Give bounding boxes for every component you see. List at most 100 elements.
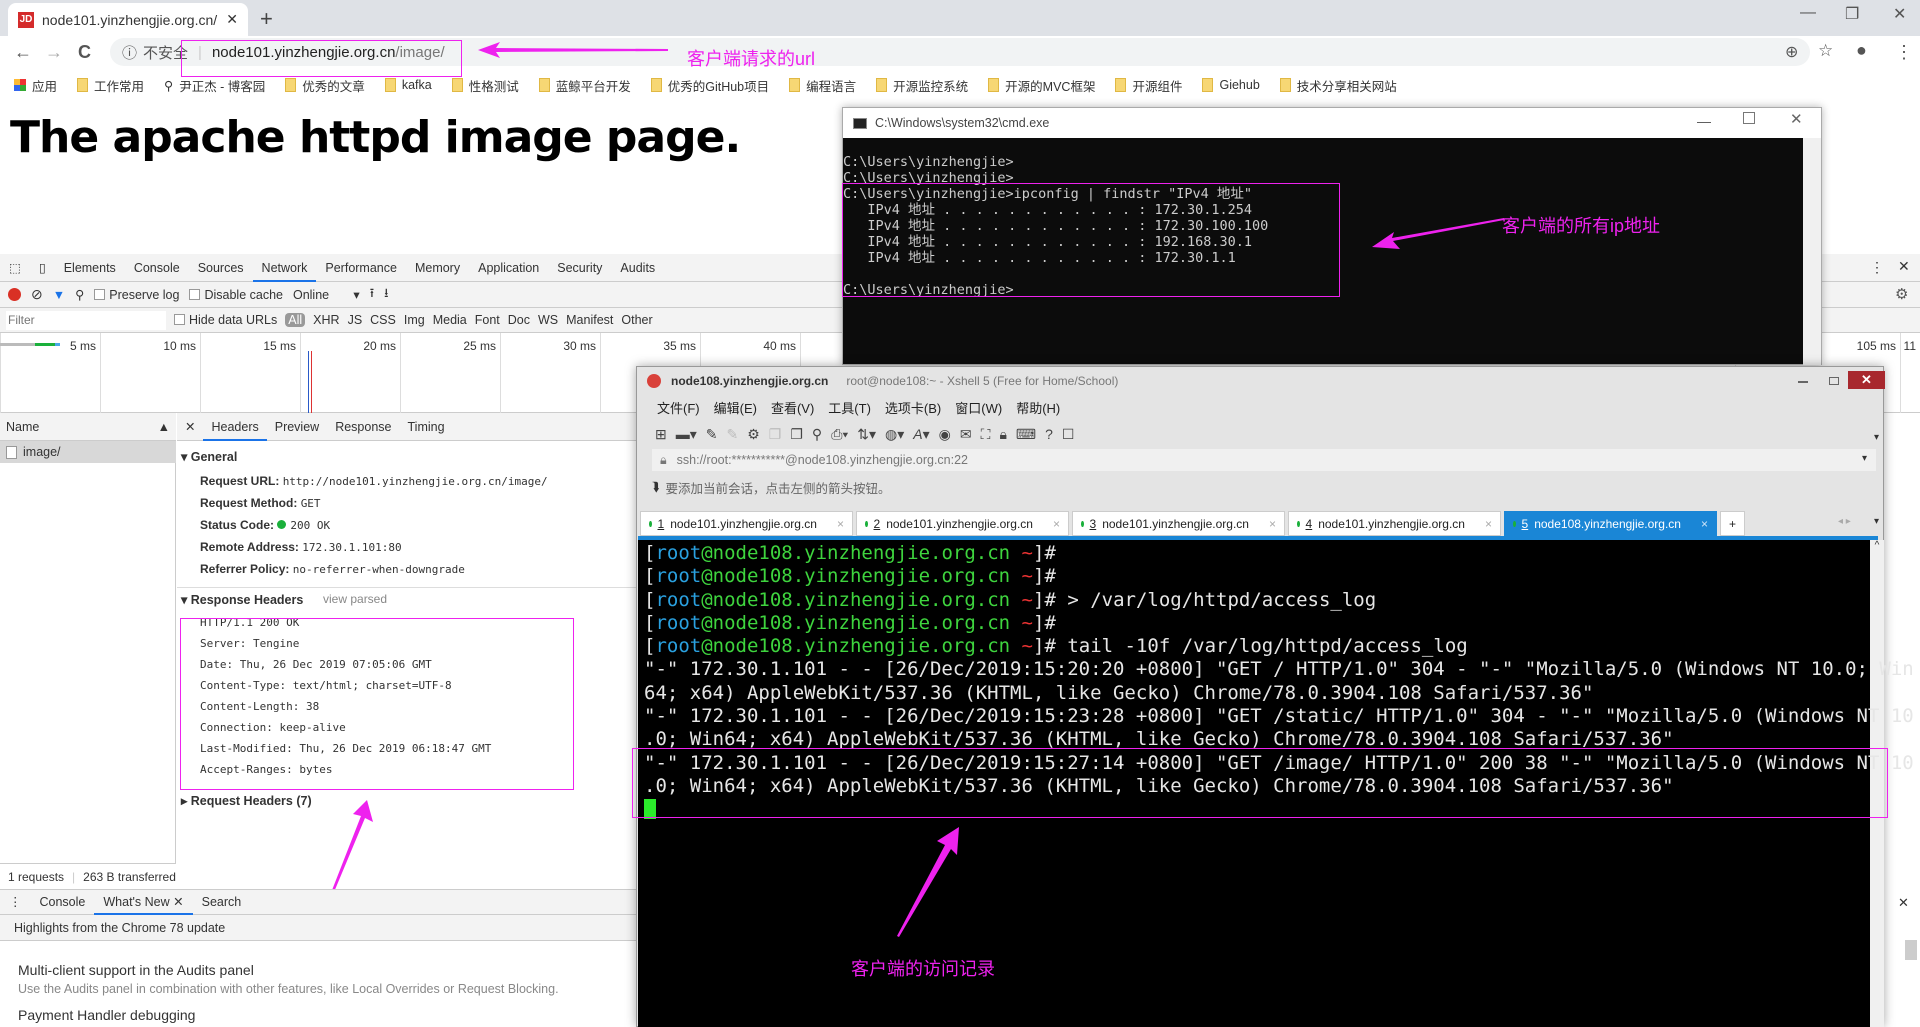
help-icon[interactable]: ? <box>1045 426 1053 442</box>
bookmark-item[interactable]: 技术分享相关网站 <box>1279 76 1397 95</box>
fullscreen-icon[interactable]: ⛶ <box>981 426 991 443</box>
new-tab-button[interactable]: + <box>260 6 273 32</box>
view-parsed-link[interactable]: view parsed <box>323 592 387 606</box>
find-icon[interactable]: ⚲ <box>812 426 822 443</box>
cmd-maximize-button[interactable] <box>1743 112 1755 124</box>
session-tab[interactable]: 2 node101.yinzhengjie.org.cn × <box>856 511 1069 536</box>
tab-scroll-arrows[interactable]: ◂ ▸ <box>1838 516 1851 527</box>
menu-item[interactable]: 文件(F) <box>657 398 700 417</box>
menu-item[interactable]: 窗口(W) <box>955 398 1002 417</box>
throttle-select[interactable]: Online ▾ <box>293 287 360 302</box>
devtools-tab-network[interactable]: Network <box>252 254 317 282</box>
session-tab[interactable]: 5 node108.yinzhengjie.org.cn × <box>1504 511 1717 536</box>
restore-button[interactable]: ❐ <box>1845 4 1859 24</box>
xftp-icon[interactable]: ◉ <box>939 426 951 443</box>
drawer-scrollbar[interactable] <box>1905 940 1917 960</box>
clear-icon[interactable]: ⊘ <box>31 286 43 303</box>
bookmark-item[interactable]: Giehub <box>1202 78 1260 92</box>
type-filter-ws[interactable]: WS <box>538 313 558 327</box>
tab-close-icon[interactable]: ✕ <box>170 895 183 909</box>
add-session-arrow-icon[interactable]: ⮯ <box>652 480 659 495</box>
keyboard-icon[interactable]: ⌨ <box>1016 426 1036 443</box>
bookmark-item[interactable]: 开源监控系统 <box>876 76 968 95</box>
connect-icon[interactable]: ✎ <box>706 426 718 443</box>
font-icon[interactable]: A▾ <box>913 426 929 443</box>
minimize-button[interactable]: — <box>1800 4 1816 22</box>
menu-item[interactable]: 选项卡(B) <box>885 398 941 417</box>
inspect-icon[interactable]: ⬚ <box>0 254 30 282</box>
tab-close-icon[interactable]: × <box>1701 517 1708 531</box>
import-har-icon[interactable]: ⭱ <box>370 284 374 305</box>
script-icon[interactable]: ✉ <box>960 426 972 443</box>
drawer-tab-search[interactable]: Search <box>193 889 251 915</box>
devtools-more-icon[interactable]: ⋮ <box>1870 259 1884 276</box>
bookmark-item[interactable]: 编程语言 <box>789 76 856 95</box>
bookmark-item[interactable]: 开源的MVC框架 <box>988 76 1095 95</box>
devtools-tab-elements[interactable]: Elements <box>55 254 125 282</box>
type-filter-xhr[interactable]: XHR <box>313 313 339 327</box>
session-tab[interactable]: 4 node101.yinzhengjie.org.cn × <box>1288 511 1501 536</box>
tab-list-dropdown[interactable]: ▾ <box>1874 516 1879 527</box>
drawer-tab-console[interactable]: Console <box>31 889 95 915</box>
type-filter-js[interactable]: JS <box>348 313 363 327</box>
cmd-scrollbar[interactable] <box>1803 138 1821 365</box>
devtools-close-icon[interactable]: ✕ <box>1898 258 1910 275</box>
devtools-tab-sources[interactable]: Sources <box>189 254 253 282</box>
back-button[interactable]: ← <box>14 42 32 63</box>
menu-item[interactable]: 查看(V) <box>771 398 814 417</box>
filter-icon[interactable]: ▼ <box>53 288 65 302</box>
whats-new-item-title[interactable]: Payment Handler debugging <box>18 1007 195 1023</box>
bookmark-item[interactable]: 蓝鲸平台开发 <box>538 76 631 95</box>
hide-data-urls-checkbox[interactable]: Hide data URLs <box>174 313 277 327</box>
drawer-menu-icon[interactable]: ⋮ <box>0 889 31 915</box>
devtools-tab-console[interactable]: Console <box>125 254 189 282</box>
properties-icon[interactable]: ⚙ <box>747 426 760 443</box>
type-filter-img[interactable]: Img <box>404 313 425 327</box>
devtools-tab-security[interactable]: Security <box>548 254 611 282</box>
devtools-tab-audits[interactable]: Audits <box>611 254 664 282</box>
new-tab-button[interactable]: + <box>1720 511 1746 536</box>
detail-tab-response[interactable]: Response <box>327 413 399 441</box>
session-tab[interactable]: 1 node101.yinzhengjie.org.cn × <box>640 511 853 536</box>
xshell-minimize-button[interactable] <box>1798 381 1808 383</box>
devtools-tab-memory[interactable]: Memory <box>406 254 469 282</box>
menu-item[interactable]: 工具(T) <box>828 398 871 417</box>
device-toolbar-icon[interactable]: ▯ <box>30 254 55 282</box>
tab-close-icon[interactable]: × <box>1053 517 1060 531</box>
bookmark-item[interactable]: ⚲ 尹正杰 - 博客园 <box>164 76 265 95</box>
close-window-button[interactable]: ✕ <box>1893 4 1906 24</box>
devtools-tab-application[interactable]: Application <box>469 254 548 282</box>
browser-tab[interactable]: JD node101.yinzhengjie.org.cn/in ✕ <box>8 3 248 36</box>
bookmark-item[interactable]: 工作常用 <box>77 76 144 95</box>
reload-button[interactable]: C <box>78 42 91 63</box>
response-headers-toggle[interactable]: ▾ Response Headers <box>181 592 303 607</box>
session-tab[interactable]: 3 node101.yinzhengjie.org.cn × <box>1072 511 1285 536</box>
chrome-menu-icon[interactable]: ⋮ <box>1895 42 1913 63</box>
tab-close-icon[interactable]: ✕ <box>226 11 238 28</box>
copy-icon[interactable]: ❐ <box>769 426 782 443</box>
bookmark-item[interactable]: 优秀的文章 <box>285 76 365 95</box>
whats-new-item-title[interactable]: Multi-client support in the Audits panel <box>18 962 254 978</box>
bookmark-item[interactable]: 优秀的GitHub项目 <box>650 76 769 95</box>
detail-tab-timing[interactable]: Timing <box>400 413 453 441</box>
request-row[interactable]: image/ <box>0 441 176 463</box>
xshell-close-button[interactable]: ✕ <box>1848 371 1885 389</box>
search-icon[interactable]: ⚲ <box>75 287 84 302</box>
paste-icon[interactable]: ❐ <box>790 426 803 443</box>
globe-icon[interactable]: ◍▾ <box>885 426 904 443</box>
chat-icon[interactable]: ☐ <box>1062 426 1075 443</box>
toolbar-overflow-icon[interactable]: ▾ <box>1874 432 1879 443</box>
type-filter-font[interactable]: Font <box>475 313 500 327</box>
print-icon[interactable]: ⎙▾ <box>831 426 848 443</box>
devtools-tab-performance[interactable]: Performance <box>316 254 406 282</box>
export-har-icon[interactable]: ⭳ <box>384 284 388 305</box>
filter-input[interactable] <box>6 310 166 330</box>
forward-button[interactable]: → <box>45 42 63 63</box>
type-filter-manifest[interactable]: Manifest <box>566 313 613 327</box>
drawer-tab-what-s-new[interactable]: What's New ✕ <box>94 889 193 915</box>
cmd-close-button[interactable]: ✕ <box>1790 110 1803 128</box>
transfer-icon[interactable]: ⇅▾ <box>857 426 876 443</box>
bookmark-item[interactable]: 应用 <box>14 76 57 95</box>
bookmark-item[interactable]: kafka <box>384 78 432 92</box>
type-filter-all[interactable]: All <box>285 313 306 327</box>
